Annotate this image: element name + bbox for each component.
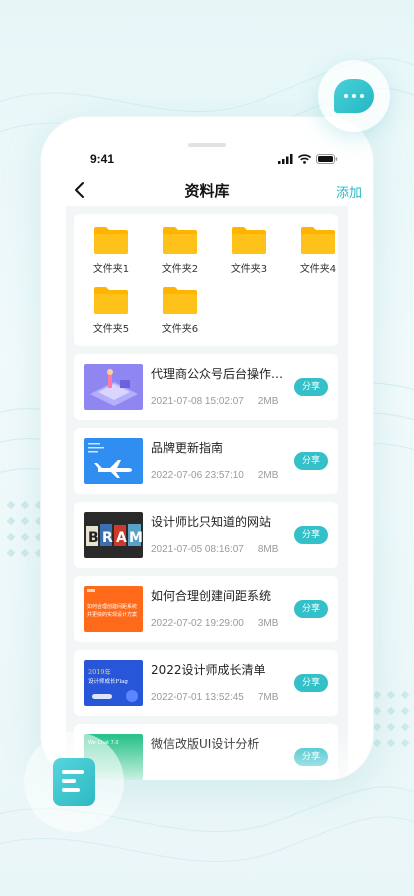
file-item[interactable]: B R A M 设计师比只知道的网站 2021-07-05 08:16:07 8M… — [74, 502, 338, 568]
content-area: 文件夹1 文件夹2 文件夹3 文件夹4 文件夹5 文件夹6 代理商公众号后台操作… — [66, 206, 348, 780]
file-title: 如何合理创建间距系统 — [151, 589, 272, 603]
thumb-text: 设计师成长Flag — [88, 677, 128, 685]
folder-label: 文件夹6 — [161, 324, 199, 335]
navigation-bar: 资料库 添加 — [40, 176, 374, 206]
file-meta: 2022-07-01 13:52:45 7MB — [151, 692, 278, 703]
file-thumbnail: 2019年 设计师成长Flag — [84, 660, 143, 706]
folder-icon — [232, 227, 266, 254]
file-item[interactable]: 品牌更新指南 2022-07-06 23:57:10 2MB 分享 — [74, 428, 338, 494]
file-item[interactable]: 如何合理创建间距系统 并更快的实现设计方案 如何合理创建间距系统 2022-07… — [74, 576, 338, 642]
decorative-dots-right — [372, 690, 410, 748]
file-size: 3MB — [257, 618, 279, 629]
chat-bubble-icon — [318, 60, 390, 132]
thumb-text: 如何合理创建间距系统 — [87, 603, 137, 610]
file-title: 2022设计师成长清单 — [151, 663, 266, 677]
folder-icon — [94, 227, 128, 254]
folder-label: 文件夹2 — [161, 264, 199, 275]
file-meta: 2021-07-05 08:16:07 8MB — [151, 544, 278, 555]
file-item[interactable]: 2019年 设计师成长Flag 2022设计师成长清单 2022-07-01 1… — [74, 650, 338, 716]
file-title: 微信改版UI设计分析 — [151, 737, 260, 751]
file-thumbnail — [84, 364, 143, 410]
file-item[interactable]: 代理商公众号后台操作流… 2021-07-08 15:02:07 2MB 分享 — [74, 354, 338, 420]
folder-item[interactable]: 文件夹2 — [150, 226, 210, 275]
file-thumbnail: B R A M — [84, 512, 143, 558]
battery-icon — [316, 154, 338, 164]
share-button[interactable]: 分享 — [294, 674, 328, 692]
thumb-text: 并更快的实现设计方案 — [87, 611, 137, 618]
folder-icon — [94, 287, 128, 314]
svg-text:M: M — [129, 530, 143, 546]
folder-item[interactable]: 文件夹6 — [150, 286, 210, 335]
folder-icon — [163, 227, 197, 254]
thumb-text: 2019年 — [88, 667, 112, 676]
folder-item[interactable]: 文件夹1 — [81, 226, 141, 275]
share-button[interactable]: 分享 — [294, 452, 328, 470]
file-size: 2MB — [257, 396, 279, 407]
status-bar: 9:41 — [40, 150, 374, 170]
file-title: 品牌更新指南 — [151, 441, 224, 455]
folder-label: 文件夹1 — [92, 264, 130, 275]
file-meta: 2021-07-08 15:02:07 2MB — [151, 396, 278, 407]
page-title: 资料库 — [184, 182, 230, 200]
file-size: 8MB — [257, 544, 279, 555]
folder-icon — [301, 227, 335, 254]
file-date: 2022-07-01 13:52:45 — [151, 692, 244, 703]
add-button[interactable]: 添加 — [336, 182, 362, 201]
folder-grid: 文件夹1 文件夹2 文件夹3 文件夹4 文件夹5 文件夹6 — [74, 214, 338, 346]
folder-item[interactable]: 文件夹3 — [219, 226, 279, 275]
share-button[interactable]: 分享 — [294, 378, 328, 396]
file-date: 2021-07-08 15:02:07 — [151, 396, 244, 407]
notch-indicator — [188, 143, 226, 147]
file-thumbnail: 如何合理创建间距系统 并更快的实现设计方案 — [84, 586, 143, 632]
file-thumbnail — [84, 438, 143, 484]
file-title: 代理商公众号后台操作流… — [151, 367, 291, 381]
signal-icon — [278, 154, 293, 164]
document-icon — [24, 732, 124, 832]
phone-frame: 9:41 资料库 添加 文件夹1 文件夹2 文件夹3 文件夹4 文件夹5 文件夹… — [40, 116, 374, 780]
share-button[interactable]: 分享 — [294, 600, 328, 618]
file-date: 2022-07-06 23:57:10 — [151, 470, 244, 481]
wifi-icon — [298, 154, 311, 164]
folder-label: 文件夹4 — [299, 264, 337, 275]
svg-text:B: B — [88, 530, 99, 546]
file-meta: 2022-07-02 19:29:00 3MB — [151, 618, 278, 629]
folder-label: 文件夹5 — [92, 324, 130, 335]
share-button[interactable]: 分享 — [294, 526, 328, 544]
file-size: 2MB — [257, 470, 279, 481]
folder-item[interactable]: 文件夹4 — [288, 226, 348, 275]
file-date: 2021-07-05 08:16:07 — [151, 544, 244, 555]
folder-icon — [163, 287, 197, 314]
status-time: 9:41 — [90, 152, 115, 166]
share-button[interactable]: 分享 — [294, 748, 328, 766]
folder-label: 文件夹3 — [230, 264, 268, 275]
svg-text:A: A — [116, 530, 127, 546]
file-size: 7MB — [257, 692, 279, 703]
file-meta: 2022-07-06 23:57:10 2MB — [151, 470, 278, 481]
folder-item[interactable]: 文件夹5 — [81, 286, 141, 335]
file-date: 2022-07-02 19:29:00 — [151, 618, 244, 629]
file-title: 设计师比只知道的网站 — [151, 515, 272, 529]
svg-text:R: R — [102, 530, 113, 546]
